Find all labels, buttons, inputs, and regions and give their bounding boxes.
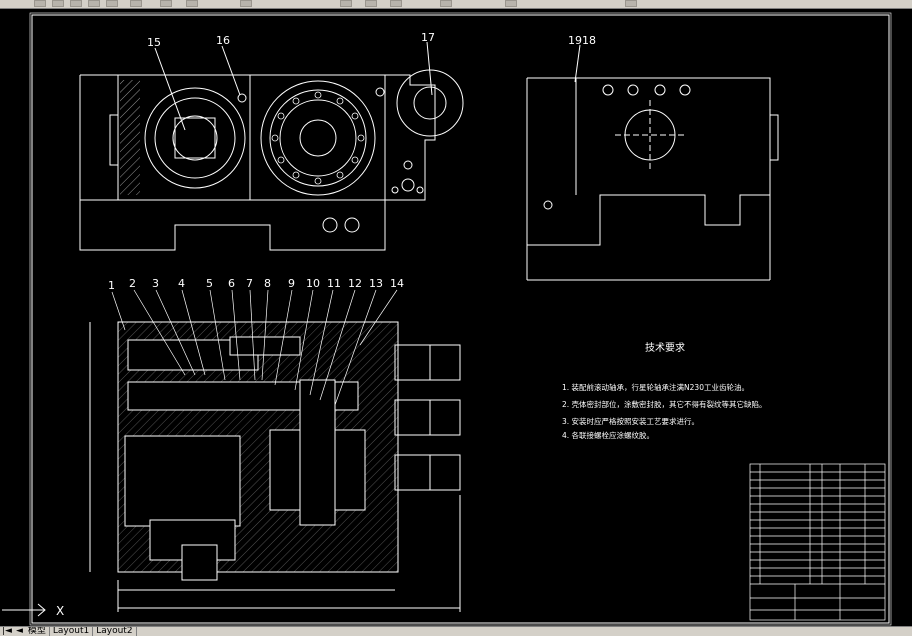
part-number-label: 17 [421, 31, 435, 44]
leader-1918 [574, 44, 581, 83]
part-number-label: 13 [369, 277, 383, 290]
cut-icon[interactable] [88, 0, 100, 7]
copy-icon[interactable] [106, 0, 118, 7]
zoom-icon[interactable] [340, 0, 352, 7]
properties-icon[interactable] [440, 0, 452, 7]
paste-icon[interactable] [130, 0, 142, 7]
ucs-icon [2, 603, 46, 617]
open-icon[interactable] [34, 0, 46, 7]
part-number-label: 5 [206, 277, 213, 290]
part-number-label: 16 [216, 34, 230, 47]
part-number-label: 1 [108, 279, 115, 292]
part-number-label: 11 [327, 277, 341, 290]
zoom-previous-icon[interactable] [390, 0, 402, 7]
pan-icon[interactable] [240, 0, 252, 7]
part-number-label: 4 [178, 277, 185, 290]
part-number-label: 6 [228, 277, 235, 290]
side-view [526, 77, 779, 281]
bolt-circle [271, 91, 365, 185]
zoom-window-icon[interactable] [365, 0, 377, 7]
front-view [79, 69, 464, 251]
tech-requirement-item: 2. 壳体密封部位，涂敷密封胶，其它不得有裂纹等其它缺陷。 [562, 399, 767, 409]
leader-15 [154, 47, 186, 131]
undo-icon[interactable] [160, 0, 172, 7]
part-number-label: 10 [306, 277, 320, 290]
drawing-canvas[interactable]: 15 16 17 1918 1 2 3 4 5 6 7 8 9 10 11 12… [0, 8, 912, 626]
tech-requirement-item: 3. 安装时应严格按照安装工艺要求进行。 [562, 416, 699, 426]
part-number-label: 15 [147, 36, 161, 49]
ucs-x-label: X [56, 604, 64, 618]
part-number-label: 14 [390, 277, 404, 290]
layer-icon[interactable] [505, 0, 517, 7]
title-block [749, 463, 886, 621]
tech-requirement-item: 1. 装配前滚动轴承，行星轮轴承注满N230工业齿轮油。 [562, 382, 749, 392]
save-icon[interactable] [52, 0, 64, 7]
part-number-label: 2 [129, 277, 136, 290]
part-number-label: 12 [348, 277, 362, 290]
tech-requirement-item: 4. 各联接螺栓应涂螺纹胶。 [562, 430, 654, 440]
section-view [89, 321, 461, 612]
redo-icon[interactable] [186, 0, 198, 7]
part-number-label: 7 [246, 277, 253, 290]
tech-requirements-title: 技术要求 [645, 341, 685, 354]
part-number-label: 1918 [568, 34, 596, 47]
text-icon[interactable] [625, 0, 637, 7]
part-number-label: 9 [288, 277, 295, 290]
part-number-label: 3 [152, 277, 159, 290]
print-icon[interactable] [70, 0, 82, 7]
leader-16 [221, 45, 241, 96]
part-number-label: 8 [264, 277, 271, 290]
